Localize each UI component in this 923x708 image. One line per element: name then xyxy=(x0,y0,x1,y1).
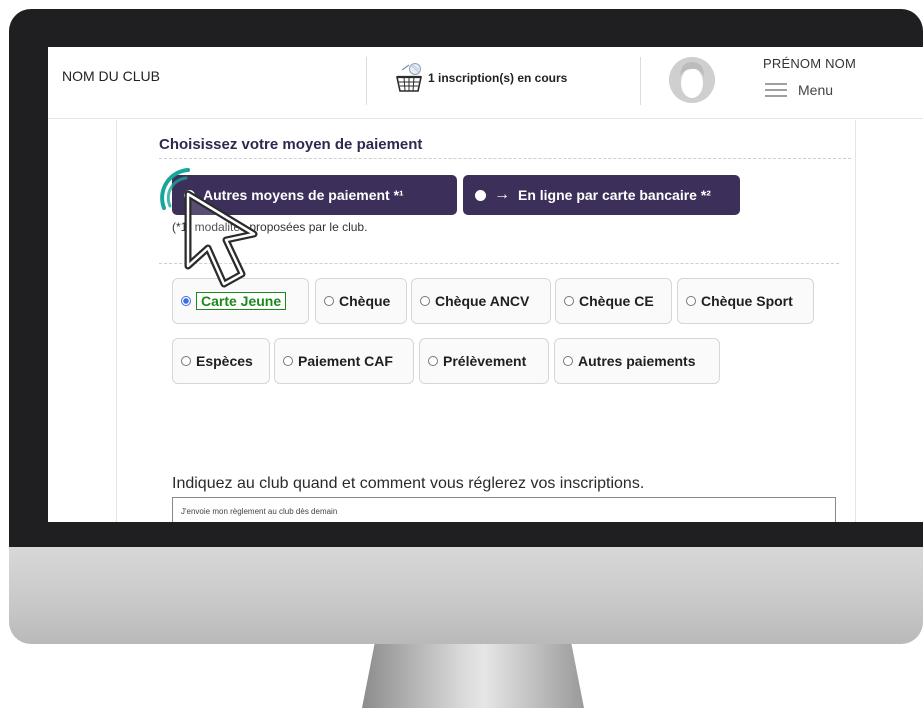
method-label: Chèque xyxy=(339,293,391,309)
method-label: Chèque ANCV xyxy=(435,293,530,309)
method-label: Espèces xyxy=(196,353,253,369)
radio-icon[interactable] xyxy=(563,356,573,366)
radio-icon[interactable] xyxy=(564,296,574,306)
cart-icon[interactable] xyxy=(394,61,424,95)
user-name[interactable]: PRÉNOM NOM xyxy=(763,56,856,71)
pay-option-label: En ligne par carte bancaire *² xyxy=(518,187,711,203)
menu-icon[interactable] xyxy=(765,83,787,97)
method-label: Paiement CAF xyxy=(298,353,393,369)
header-divider xyxy=(366,57,367,105)
radio-icon[interactable] xyxy=(283,356,293,366)
section-title: Choisissez votre moyen de paiement xyxy=(159,136,423,153)
radio-selected-icon[interactable] xyxy=(184,189,195,201)
method-autres-paiements[interactable]: Autres paiements xyxy=(554,338,720,384)
method-label: Chèque CE xyxy=(579,293,654,309)
arrow-right-icon: → xyxy=(494,186,510,203)
method-cheque-ce[interactable]: Chèque CE xyxy=(555,278,672,324)
method-paiement-caf[interactable]: Paiement CAF xyxy=(274,338,414,384)
radio-icon[interactable] xyxy=(686,296,696,306)
instructions-textarea[interactable]: J'envoie mon règlement au club dès demai… xyxy=(172,497,836,522)
radio-selected-icon[interactable] xyxy=(181,296,191,306)
method-label: Chèque Sport xyxy=(701,293,793,309)
method-cheque[interactable]: Chèque xyxy=(315,278,407,324)
screen: NOM DU CLUB 1 inscription(s) en cours PR… xyxy=(48,47,923,522)
menu-label[interactable]: Menu xyxy=(798,82,833,98)
method-especes[interactable]: Espèces xyxy=(172,338,270,384)
radio-icon[interactable] xyxy=(475,189,486,201)
method-prelevement[interactable]: Prélèvement xyxy=(419,338,549,384)
method-carte-jeune[interactable]: Carte Jeune xyxy=(172,278,309,324)
method-label: Prélèvement xyxy=(443,353,527,369)
method-label: Autres paiements xyxy=(578,353,696,369)
avatar[interactable] xyxy=(669,57,715,103)
method-cheque-sport[interactable]: Chèque Sport xyxy=(677,278,814,324)
dashed-divider xyxy=(159,158,851,159)
radio-icon[interactable] xyxy=(181,356,191,366)
footnote: (*1) modalités proposées par le club. xyxy=(172,220,368,234)
radio-icon[interactable] xyxy=(428,356,438,366)
radio-icon[interactable] xyxy=(420,296,430,306)
pay-option-label: Autres moyens de paiement *¹ xyxy=(203,187,404,203)
pay-option-online-card[interactable]: → En ligne par carte bancaire *² xyxy=(463,175,740,215)
monitor-chin xyxy=(9,546,923,644)
dashed-divider xyxy=(159,263,839,264)
radio-icon[interactable] xyxy=(324,296,334,306)
club-name[interactable]: NOM DU CLUB xyxy=(62,68,160,84)
payment-content: Choisissez votre moyen de paiement Autre… xyxy=(116,120,856,522)
method-cheque-ancv[interactable]: Chèque ANCV xyxy=(411,278,551,324)
monitor-stand xyxy=(362,640,584,708)
method-label: Carte Jeune xyxy=(196,292,287,310)
instructions-label: Indiquez au club quand et comment vous r… xyxy=(172,475,645,492)
cart-status[interactable]: 1 inscription(s) en cours xyxy=(428,71,567,85)
site-header: NOM DU CLUB 1 inscription(s) en cours PR… xyxy=(48,47,923,119)
pay-option-other-methods[interactable]: Autres moyens de paiement *¹ xyxy=(172,175,457,215)
header-divider xyxy=(640,57,641,105)
